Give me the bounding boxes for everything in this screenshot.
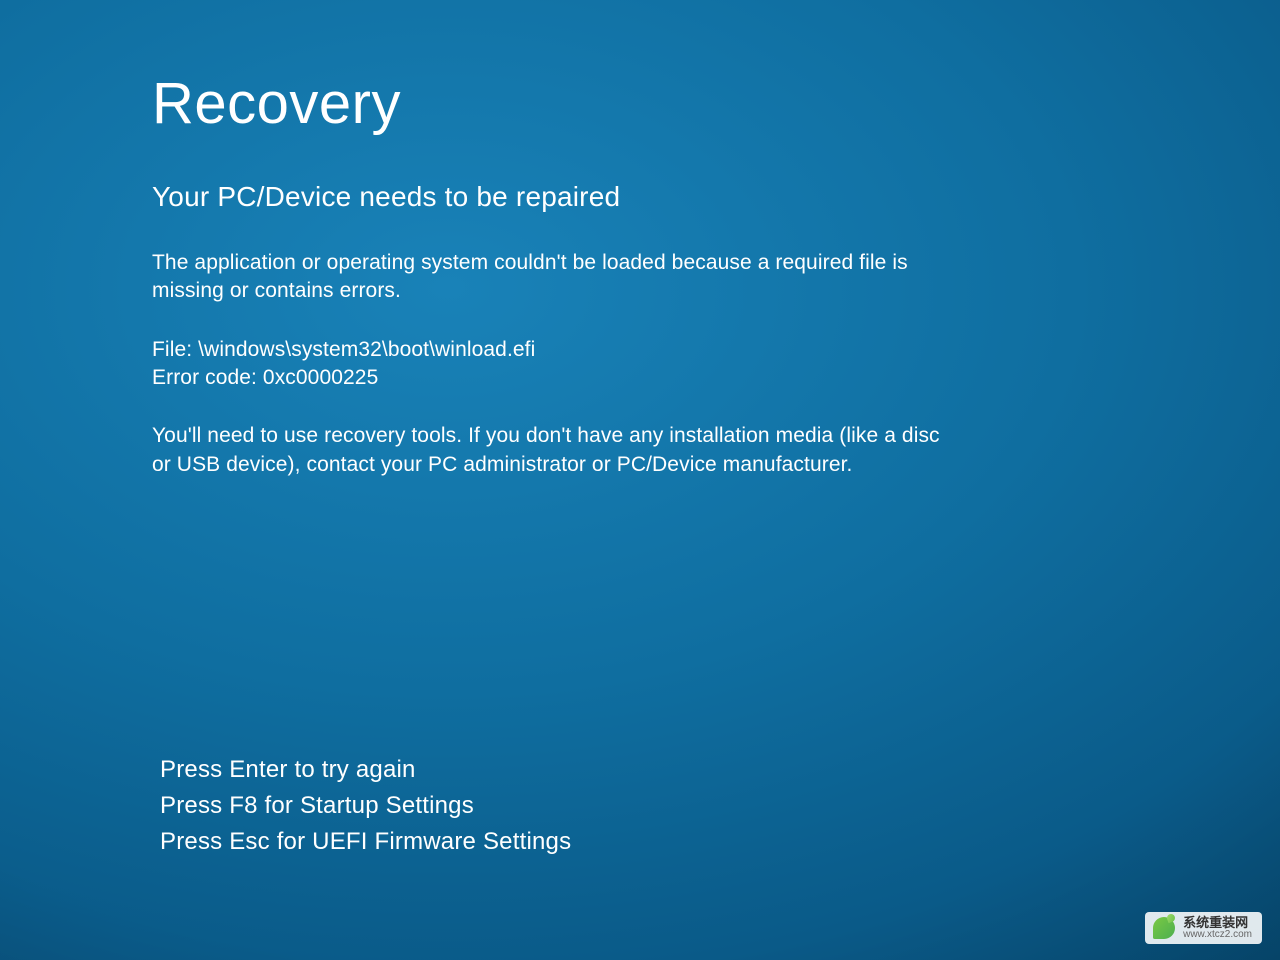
leaf-icon xyxy=(1153,917,1175,939)
error-code-label: Error code: xyxy=(152,366,257,389)
watermark-url: www.xtcz2.com xyxy=(1183,930,1252,941)
key-enter[interactable]: Press Enter to try again xyxy=(160,752,571,788)
recovery-screen: Recovery Your PC/Device needs to be repa… xyxy=(0,0,1280,960)
error-details: File: \windows\system32\boot\winload.efi… xyxy=(152,336,942,393)
page-title: Recovery xyxy=(152,70,1280,137)
watermark-text: 系统重装网 www.xtcz2.com xyxy=(1183,916,1252,940)
key-instructions: Press Enter to try again Press F8 for St… xyxy=(160,752,571,860)
file-path: \windows\system32\boot\winload.efi xyxy=(198,338,535,361)
file-label: File: xyxy=(152,338,192,361)
error-code-line: Error code: 0xc0000225 xyxy=(152,364,942,392)
recovery-advice: You'll need to use recovery tools. If yo… xyxy=(152,422,942,479)
key-esc[interactable]: Press Esc for UEFI Firmware Settings xyxy=(160,824,571,860)
file-line: File: \windows\system32\boot\winload.efi xyxy=(152,336,942,364)
error-body: The application or operating system coul… xyxy=(152,249,942,479)
error-code-value: 0xc0000225 xyxy=(263,366,378,389)
page-subtitle: Your PC/Device needs to be repaired xyxy=(152,181,1280,213)
watermark-name: 系统重装网 xyxy=(1183,916,1252,930)
error-message: The application or operating system coul… xyxy=(152,249,942,306)
key-f8[interactable]: Press F8 for Startup Settings xyxy=(160,788,571,824)
watermark: 系统重装网 www.xtcz2.com xyxy=(1145,912,1262,944)
